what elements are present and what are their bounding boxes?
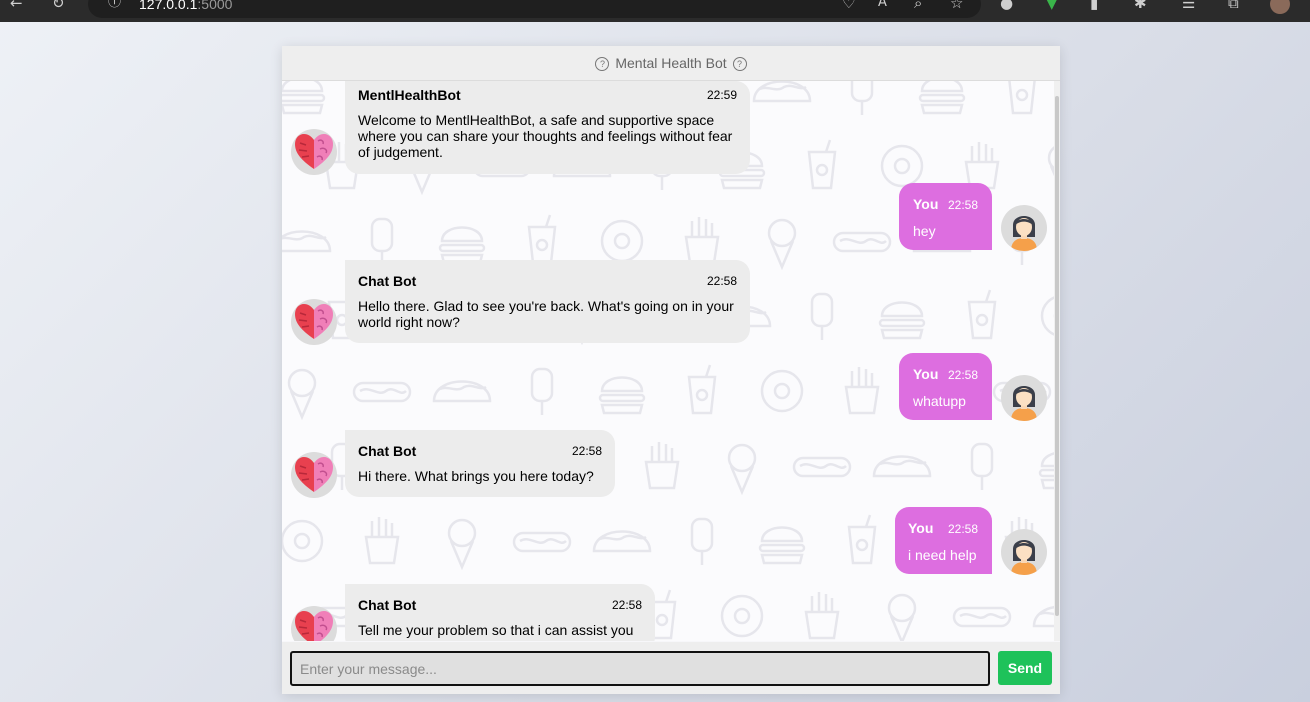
favorite-icon[interactable]: ♡	[842, 0, 855, 14]
url-text[interactable]: 127.0.0.1:5000	[139, 0, 232, 12]
sender-name: MentlHealthBot	[358, 87, 461, 103]
profile-icon[interactable]	[1270, 0, 1290, 14]
bot-avatar	[291, 129, 337, 175]
user-message: You 22:58 i need help	[895, 507, 992, 574]
help-circle-icon: ?	[732, 57, 747, 71]
url-port: :5000	[197, 0, 233, 12]
message-time: 22:58	[706, 274, 737, 288]
favorites-list-icon[interactable]: ☰	[1182, 0, 1195, 14]
sender-name: You	[913, 366, 939, 382]
message-text: Hi there. What brings you here today?	[358, 468, 594, 484]
collections-icon[interactable]: ⧉	[1228, 0, 1239, 14]
extension-icon[interactable]: ●	[1000, 0, 1013, 14]
bot-message: Chat Bot 22:58 Tell me your problem so t…	[345, 584, 655, 641]
message-text: Hello there. Glad to see you're back. Wh…	[358, 298, 734, 330]
user-avatar	[1001, 205, 1047, 251]
message-text: hey	[913, 223, 936, 239]
chat-title: Mental Health Bot	[615, 55, 727, 71]
user-avatar	[1001, 529, 1047, 575]
woman-avatar-icon	[1011, 540, 1037, 575]
message-time: 22:58	[571, 444, 602, 458]
bot-message: Chat Bot 22:58 Hi there. What brings you…	[345, 430, 615, 497]
add-favorite-icon[interactable]: ☆	[950, 0, 963, 14]
sender-name: You	[908, 520, 934, 536]
download-icon[interactable]: ▼	[1046, 0, 1058, 14]
send-button[interactable]: Send	[998, 651, 1052, 685]
message-time: 22:58	[948, 198, 979, 212]
sender-name: Chat Bot	[358, 443, 417, 459]
chat-header: ? Mental Health Bot ?	[282, 46, 1060, 81]
heart-brain-icon	[295, 457, 333, 492]
input-row: Send	[282, 642, 1060, 694]
sender-name: Chat Bot	[358, 273, 417, 289]
message-time: 22:59	[706, 88, 737, 102]
bot-message: Chat Bot 22:58 Hello there. Glad to see …	[345, 260, 750, 343]
chat-window: ? Mental Health Bot ? MentlHealthBot 22:…	[282, 46, 1060, 694]
back-icon[interactable]: ←	[10, 0, 23, 14]
refresh-icon[interactable]: ↻	[52, 0, 65, 14]
message-list[interactable]: MentlHealthBot 22:59 Welcome to MentlHea…	[282, 81, 1054, 641]
message-text: i need help	[908, 547, 977, 563]
zoom-icon[interactable]: ⌕	[914, 0, 922, 14]
woman-avatar-icon	[1011, 216, 1037, 251]
bot-message: MentlHealthBot 22:59 Welcome to MentlHea…	[345, 81, 750, 174]
help-circle-icon: ?	[595, 57, 610, 71]
extensions-icon[interactable]: ✱	[1134, 0, 1147, 14]
sidebar-icon[interactable]: ▮	[1090, 0, 1098, 14]
message-text: whatupp	[913, 393, 966, 409]
message-time: 22:58	[948, 522, 979, 536]
bot-avatar	[291, 452, 337, 498]
woman-avatar-icon	[1011, 386, 1037, 421]
sender-name: Chat Bot	[358, 597, 417, 613]
sender-name: You	[913, 196, 939, 212]
user-message: You 22:58 whatupp	[899, 353, 992, 420]
info-icon[interactable]: ⓘ	[108, 0, 121, 14]
bot-avatar	[291, 299, 337, 345]
heart-brain-icon	[295, 304, 333, 339]
browser-toolbar: ← ↻ ⓘ 127.0.0.1:5000 ♡ A ⌕ ☆ ● ▼ ▮ ✱ ☰ ⧉	[0, 0, 1310, 22]
user-message: You 22:58 hey	[899, 183, 992, 250]
url-host: 127.0.0.1	[139, 0, 198, 12]
user-avatar	[1001, 375, 1047, 421]
message-text: Welcome to MentlHealthBot, a safe and su…	[358, 112, 733, 160]
message-time: 22:58	[948, 368, 979, 382]
scrollbar-thumb[interactable]	[1055, 96, 1059, 616]
read-aloud-icon[interactable]: A	[878, 0, 887, 14]
message-input[interactable]	[290, 651, 990, 686]
message-time: 22:58	[611, 598, 642, 612]
heart-brain-icon	[295, 134, 333, 169]
message-text: Tell me your problem so that i can assis…	[358, 622, 634, 638]
